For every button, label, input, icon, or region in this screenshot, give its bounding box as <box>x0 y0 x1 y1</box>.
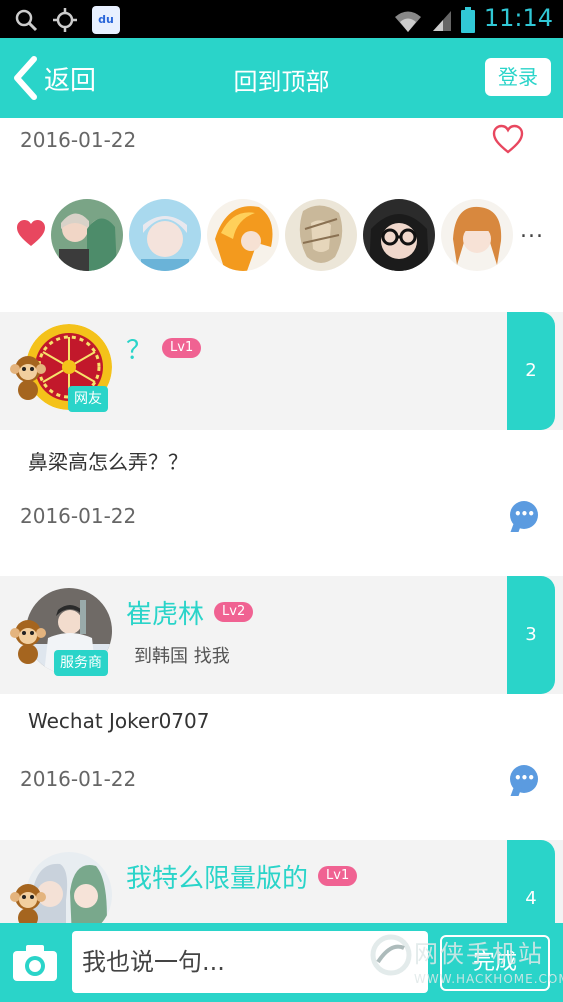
username-text: 我特么限量版的 <box>126 864 309 894</box>
level-badge: Lv2 <box>214 601 254 622</box>
monkey-icon <box>10 356 46 400</box>
username[interactable]: 崔虎林 Lv2 <box>126 594 254 631</box>
username-text: 崔虎林 <box>126 600 205 630</box>
battery-icon <box>461 7 475 33</box>
comment-avatar-wrap[interactable]: 网友 <box>10 852 114 923</box>
bubble-dots: ••• <box>513 507 535 521</box>
more-likers-button[interactable]: ... <box>520 218 544 243</box>
username[interactable]: 我特么限量版的 Lv1 <box>126 858 358 895</box>
heart-outline-icon[interactable] <box>492 124 524 154</box>
status-system-icons <box>393 7 475 33</box>
floor-number: 4 <box>507 840 555 923</box>
comment-input-bar: 我也说一句... 完成 <box>0 923 563 1002</box>
monkey-icon <box>10 884 46 923</box>
liker-avatar[interactable] <box>51 199 123 271</box>
comment-text: Wechat Joker0707 <box>28 709 210 733</box>
header-bar: 返回 回到顶部 登录 <box>0 38 563 118</box>
level-badge: Lv1 <box>162 337 202 358</box>
login-button[interactable]: 登录 <box>485 58 551 96</box>
liker-avatar[interactable] <box>441 199 513 271</box>
reply-bubble-icon[interactable]: ••• <box>510 501 538 529</box>
comment-input[interactable]: 我也说一句... <box>72 931 428 993</box>
level-badge: Lv1 <box>318 865 358 886</box>
liker-avatar[interactable] <box>363 199 435 271</box>
liker-avatar[interactable] <box>285 199 357 271</box>
likers-row: ... <box>0 198 563 272</box>
floor-number: 2 <box>507 312 555 430</box>
comment-date: 2016-01-22 <box>20 504 137 528</box>
username-text: ？ <box>126 336 153 366</box>
liker-avatar[interactable] <box>129 199 201 271</box>
monkey-icon <box>10 620 46 664</box>
comment-header[interactable]: 网友 ？ Lv1 2 <box>0 312 563 430</box>
comment-date: 2016-01-22 <box>20 767 137 791</box>
baidu-icon: du <box>92 6 120 34</box>
comment-header[interactable]: 服务商 崔虎林 Lv2 到韩国 找我 3 <box>0 576 563 694</box>
signal-icon <box>433 11 451 31</box>
status-bar: du 11:14 <box>0 0 563 38</box>
wifi-icon <box>395 11 421 32</box>
user-role-badge: 服务商 <box>54 650 108 676</box>
back-to-top-button[interactable]: 回到顶部 <box>0 62 563 97</box>
user-signature: 到韩国 找我 <box>134 646 230 667</box>
reply-bubble-icon[interactable]: ••• <box>510 765 538 793</box>
search-icon <box>15 9 38 32</box>
camera-icon[interactable] <box>12 943 58 983</box>
heart-filled-icon <box>17 220 45 246</box>
bubble-dots: ••• <box>513 771 535 785</box>
comment-avatar-wrap[interactable]: 服务商 <box>10 588 114 680</box>
comment-avatar-wrap[interactable]: 网友 <box>10 324 114 416</box>
status-time: 11:14 <box>483 4 553 32</box>
send-button[interactable]: 完成 <box>440 935 550 991</box>
gps-icon <box>53 8 77 32</box>
comment-header[interactable]: 网友 我特么限量版的 Lv1 4 <box>0 840 563 923</box>
floor-number: 3 <box>507 576 555 694</box>
status-left-icons: du <box>14 6 120 34</box>
post-date: 2016-01-22 <box>20 128 137 152</box>
comment-text: 鼻梁高怎么弄？？ <box>28 450 188 474</box>
user-role-badge: 网友 <box>68 386 108 412</box>
username[interactable]: ？ Lv1 <box>126 330 202 367</box>
liker-avatar[interactable] <box>207 199 279 271</box>
